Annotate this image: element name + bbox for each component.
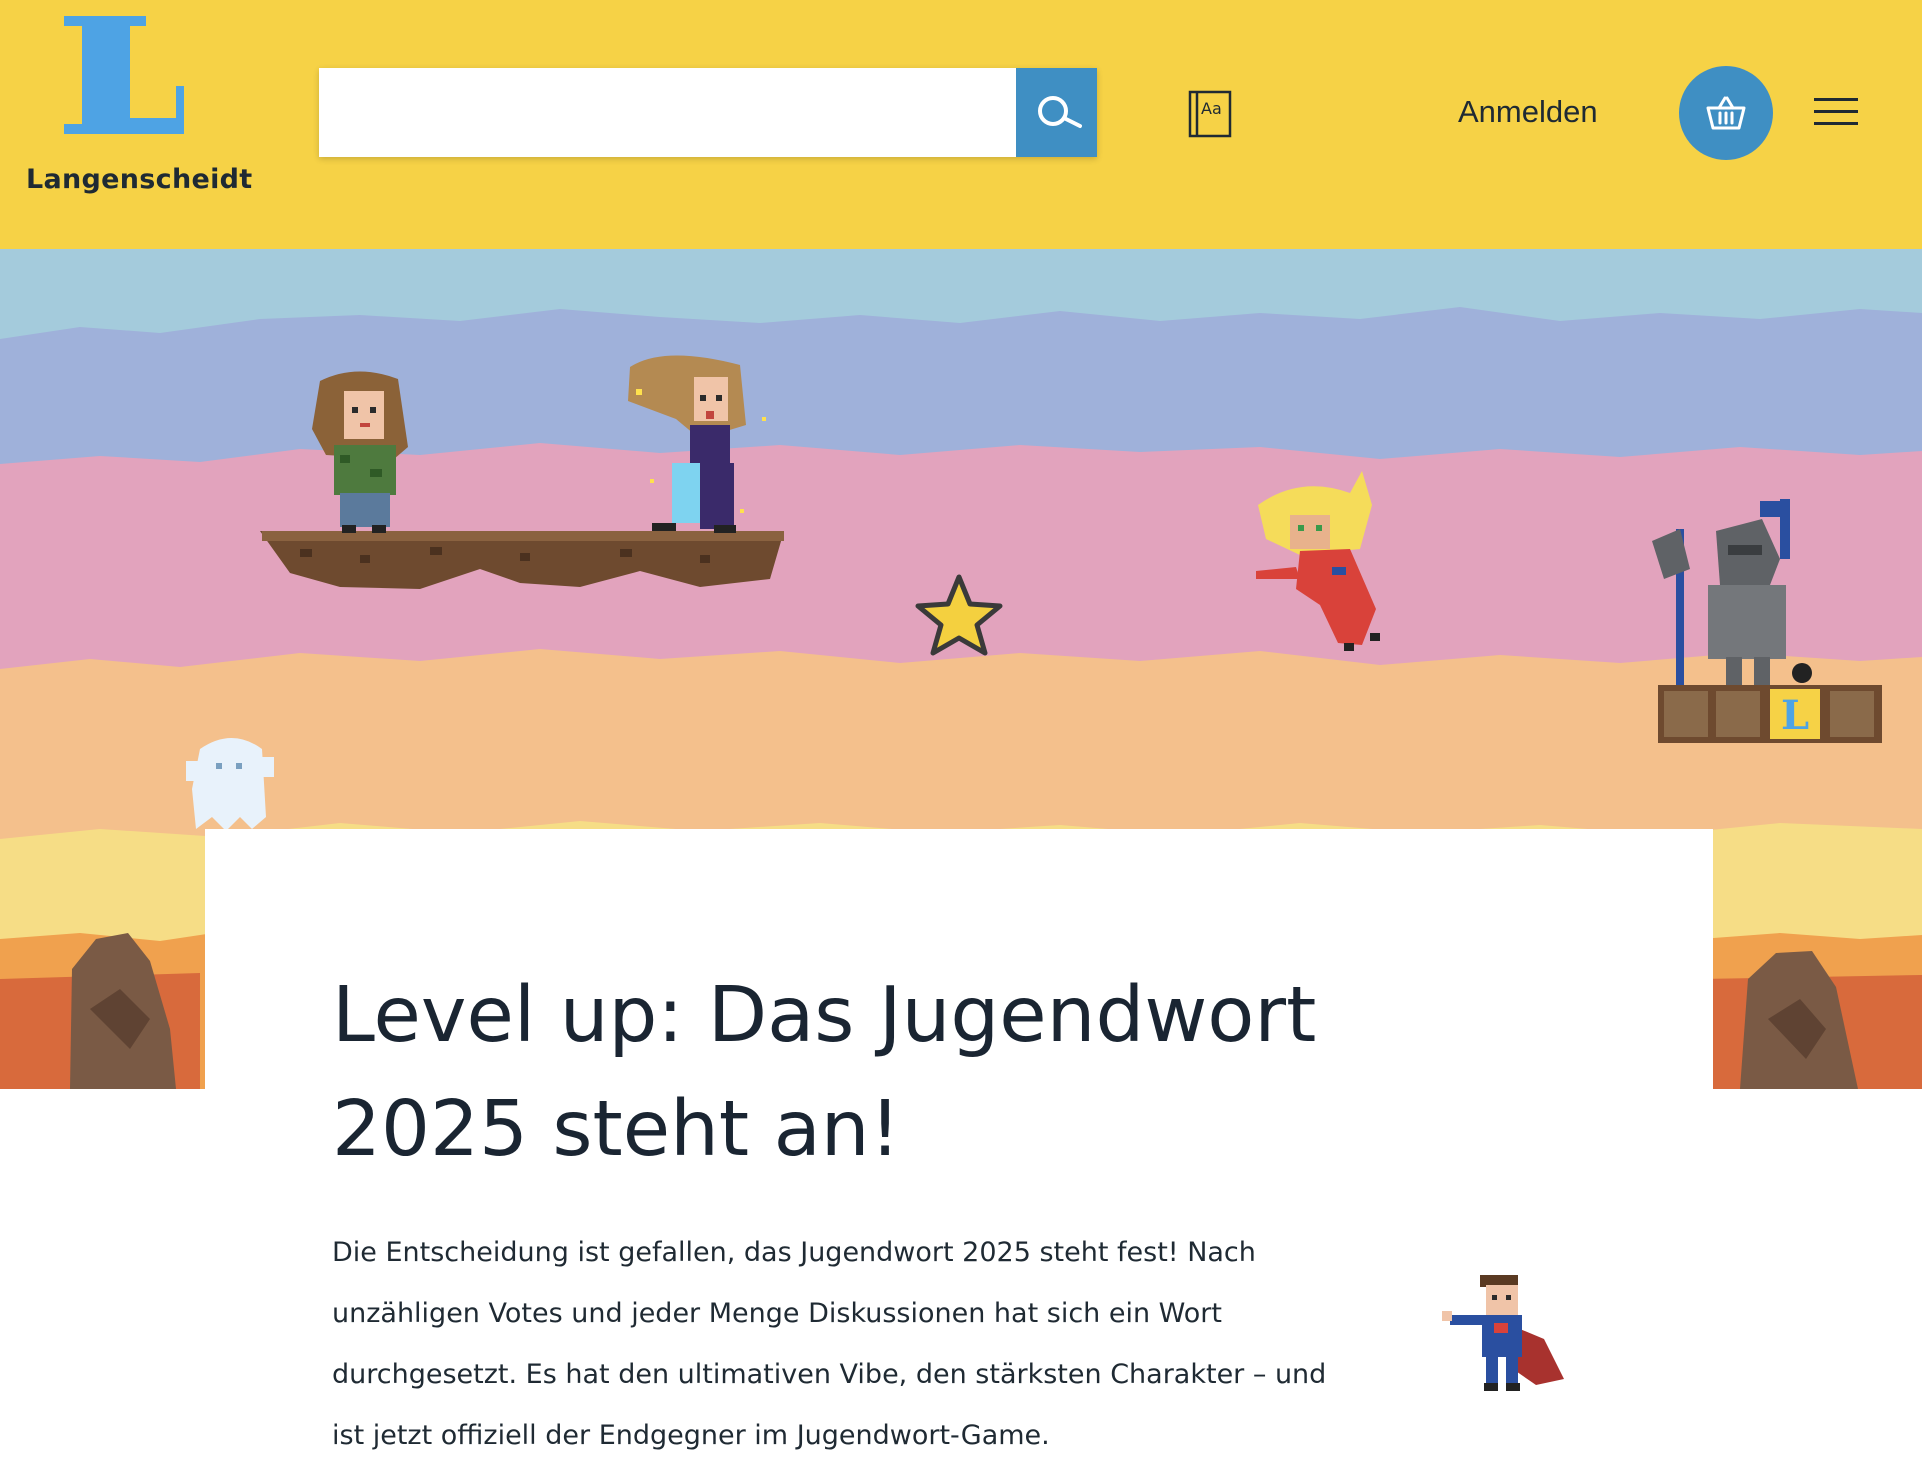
cart-button[interactable] — [1679, 66, 1773, 160]
search-button[interactable] — [1016, 68, 1097, 157]
dictionary-icon[interactable]: Aa — [1188, 90, 1232, 138]
hamburger-icon-bar — [1814, 122, 1858, 125]
menu-button[interactable] — [1812, 96, 1860, 130]
site-logo[interactable]: Langenscheidt — [20, 14, 252, 204]
hamburger-icon-bar — [1814, 110, 1858, 113]
superhero-character — [1442, 1275, 1564, 1391]
search-icon — [1038, 96, 1082, 128]
article-headline: Level up: Das Jugendwort 2025 steht an! — [332, 971, 1317, 1174]
svg-text:Aa: Aa — [1201, 99, 1222, 118]
site-header: Langenscheidt Aa Anmelden — [0, 0, 1922, 249]
basket-icon — [1706, 96, 1746, 130]
article-intro: Die Entscheidung ist gefallen, das Jugen… — [332, 1237, 1327, 1451]
brick-row: L — [1658, 685, 1882, 743]
article-card: Level up: Das Jugendwort 2025 steht an! … — [205, 829, 1713, 1474]
login-link[interactable]: Anmelden — [1458, 94, 1598, 130]
brand-name: Langenscheidt — [26, 164, 253, 195]
logo-block-label: L — [1781, 692, 1809, 739]
search-input[interactable] — [319, 68, 1016, 157]
floating-platform — [260, 531, 784, 589]
hamburger-icon-bar — [1814, 98, 1858, 101]
logo-l-icon — [64, 16, 184, 134]
search-bar — [319, 68, 1097, 157]
